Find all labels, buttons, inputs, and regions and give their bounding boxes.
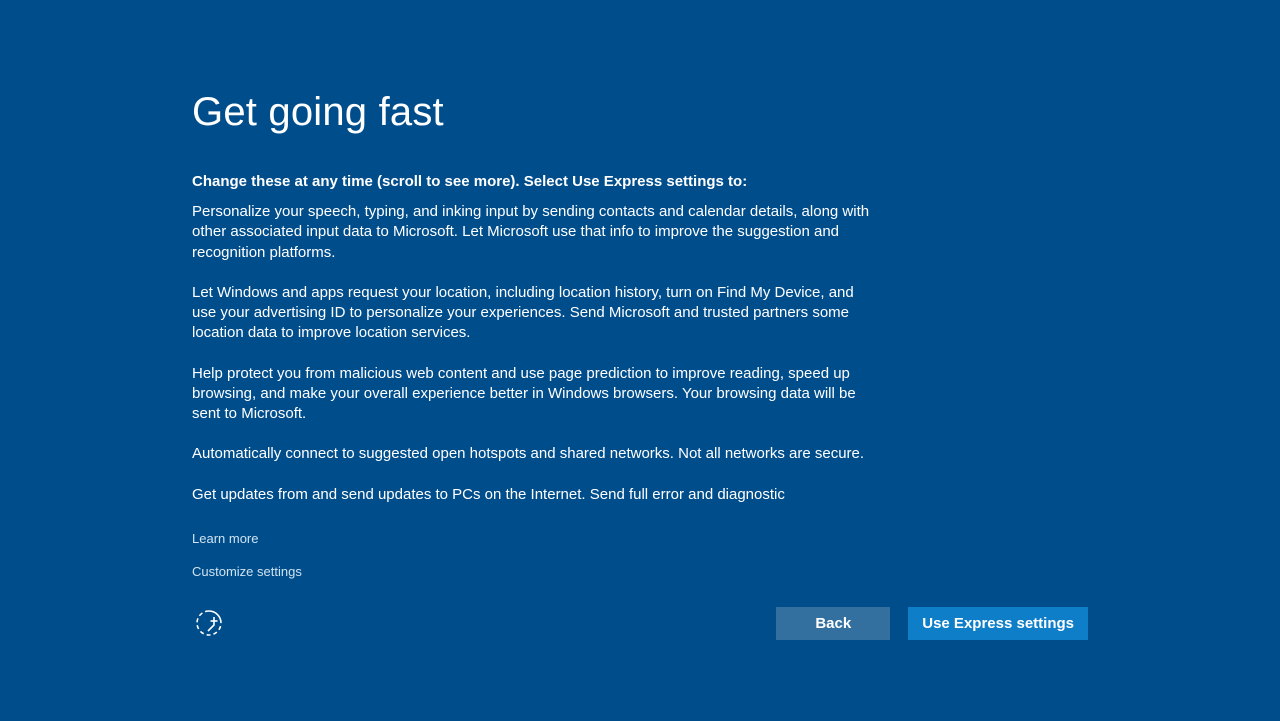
settings-paragraph: Help protect you from malicious web cont… [192,364,872,425]
intro-text: Change these at any time (scroll to see … [192,173,872,190]
ease-of-access-icon[interactable] [192,606,226,640]
page-title: Get going fast [192,90,872,135]
settings-scroll-area[interactable]: Personalize your speech, typing, and ink… [192,202,872,522]
settings-paragraph: Get updates from and send updates to PCs… [192,485,872,505]
use-express-settings-button[interactable]: Use Express settings [908,607,1088,640]
settings-paragraph: Let Windows and apps request your locati… [192,283,872,344]
settings-paragraph: Automatically connect to suggested open … [192,444,872,464]
learn-more-link[interactable]: Learn more [192,531,302,546]
back-button[interactable]: Back [776,607,890,640]
settings-paragraph: Personalize your speech, typing, and ink… [192,202,872,263]
customize-settings-link[interactable]: Customize settings [192,564,302,579]
